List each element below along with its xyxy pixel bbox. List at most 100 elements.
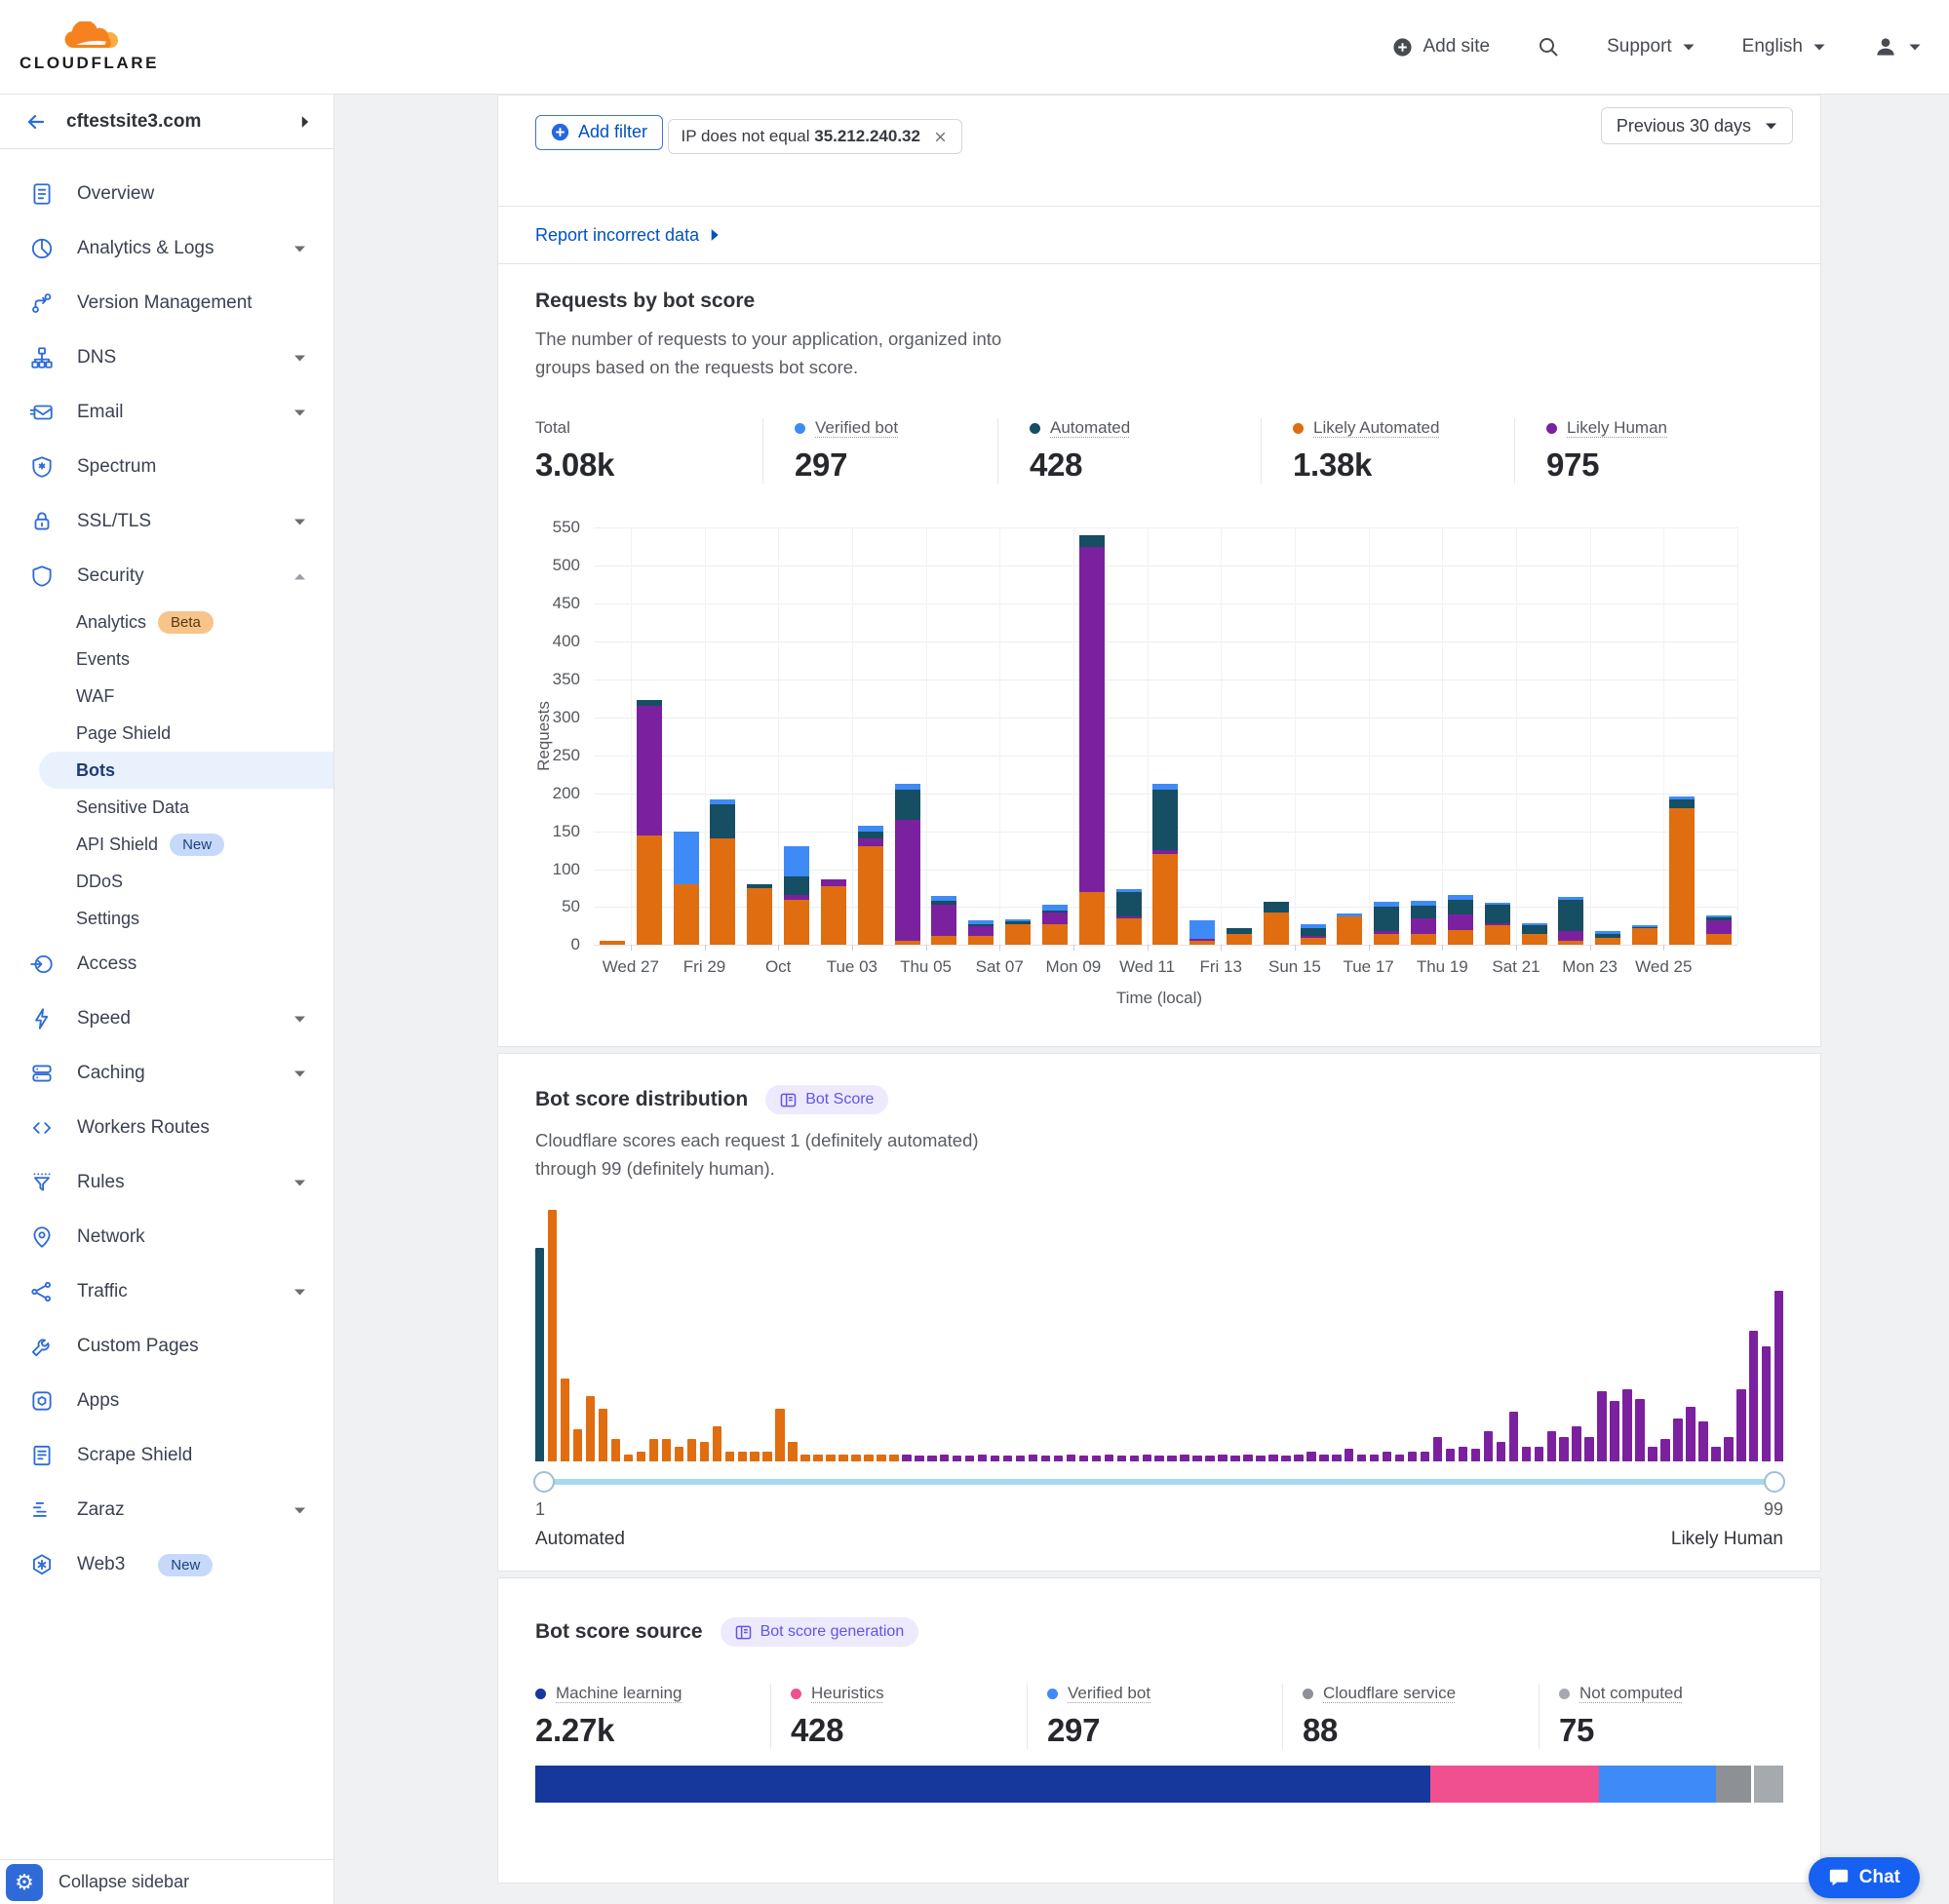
sidebar-item-speed[interactable]: Speed [0,991,333,1046]
histogram-bar [953,1456,961,1461]
report-incorrect-data-link[interactable]: Report incorrect data [535,225,699,246]
sidebar-item-custom-pages[interactable]: Custom Pages [0,1319,333,1374]
histogram-bar [687,1439,696,1461]
histogram-bar [1597,1391,1606,1461]
sidebar-item-events[interactable]: Events [0,641,333,678]
sidebar-item-version-management[interactable]: Version Management [0,276,333,330]
histogram-bar [1130,1456,1139,1461]
sidebar-item-traffic[interactable]: Traffic [0,1264,333,1319]
chevron-up-icon[interactable] [293,572,306,581]
sidebar-item-scrape-shield[interactable]: Scrape Shield [0,1428,333,1483]
x-tick [999,945,1000,951]
gear-icon[interactable]: ⚙ [6,1864,43,1901]
histogram-bar [1205,1456,1214,1461]
analytics-icon [29,236,56,262]
search-button[interactable] [1537,35,1560,58]
chevron-down-icon[interactable] [293,245,306,253]
histogram-bar [1243,1455,1252,1462]
sidebar-item-sensitive-data[interactable]: Sensitive Data [0,789,333,826]
sidebar-item-web3[interactable]: Web3New [0,1537,333,1592]
bar-segment-automated [1485,905,1510,923]
sidebar-item-label: Spectrum [77,456,156,478]
chevron-down-icon[interactable] [293,518,306,526]
chevron-down-icon[interactable] [293,1069,306,1078]
bot-score-badge[interactable]: Bot Score [765,1085,888,1114]
chevron-right-icon [710,228,721,242]
source-segment-verified-bot [1599,1766,1716,1803]
sidebar-item-workers-routes[interactable]: Workers Routes [0,1101,333,1155]
sidebar-item-ddos[interactable]: DDoS [0,863,333,900]
sidebar-item-access[interactable]: Access [0,937,333,991]
sidebar-item-spectrum[interactable]: Spectrum [0,440,333,494]
sidebar-item-email[interactable]: Email [0,385,333,440]
sidebar-item-caching[interactable]: Caching [0,1046,333,1101]
sidebar-item-page-shield[interactable]: Page Shield [0,715,333,752]
sidebar-item-label: Security [77,565,144,587]
account-menu[interactable] [1873,34,1922,59]
bar-segment-likely-automated [821,886,846,946]
slider-track[interactable] [535,1479,1783,1485]
bar-segment-likely-human [1448,914,1473,930]
sidebar-item-waf[interactable]: WAF [0,678,333,715]
sidebar-item-network[interactable]: Network [0,1210,333,1264]
sidebar-item-api-shield[interactable]: API ShieldNew [0,826,333,863]
sidebar-item-ssl-tls[interactable]: SSL/TLS [0,494,333,549]
filter-chip[interactable]: IP does not equal 35.212.240.32 [668,119,962,154]
stat-label: Verified bot [1047,1684,1272,1703]
chevron-down-icon[interactable] [293,354,306,363]
histogram-bar [1281,1456,1290,1461]
x-tick-label: Sat 21 [1492,957,1540,977]
language-menu[interactable]: English [1742,36,1826,58]
sidebar-item-apps[interactable]: Apps [0,1374,333,1428]
sidebar-item-bots[interactable]: Bots [39,752,333,789]
chevron-down-icon[interactable] [293,1179,306,1187]
chevron-down-icon[interactable] [293,408,306,417]
sidebar-item-rules[interactable]: Rules [0,1155,333,1210]
remove-filter-button[interactable] [932,129,949,145]
bar-segment-automated [1264,902,1289,913]
sidebar-item-dns[interactable]: DNS [0,330,333,385]
histogram-bar [1319,1455,1328,1462]
chevron-down-icon[interactable] [293,1288,306,1297]
chevron-right-icon[interactable] [300,115,310,129]
add-filter-button[interactable]: Add filter [535,115,663,150]
chevron-down-icon[interactable] [293,1015,306,1024]
sidebar-item-zaraz[interactable]: Zaraz [0,1483,333,1537]
stacked-bar [1042,905,1068,945]
sidebar-item-security-analytics[interactable]: AnalyticsBeta [0,603,333,641]
add-site-button[interactable]: Add site [1392,36,1490,58]
cloudflare-logo[interactable]: CLOUDFLARE [19,21,159,73]
back-arrow-icon[interactable] [23,110,49,134]
chevron-down-icon [1765,122,1777,131]
slider-handle-max[interactable] [1764,1471,1785,1493]
support-menu[interactable]: Support [1607,36,1696,58]
sidebar-item-analytics-logs[interactable]: Analytics & Logs [0,221,333,276]
bar-segment-automated [895,790,920,820]
x-tick-label: Wed 27 [603,957,659,977]
bar-segment-likely-human [858,838,883,846]
slider-handle-min[interactable] [533,1471,555,1493]
chevron-down-icon[interactable] [293,1506,306,1515]
date-range-select[interactable]: Previous 30 days [1601,107,1793,144]
histogram-bar [1370,1455,1379,1462]
sidebar-item-security[interactable]: Security [0,549,333,603]
histogram-bar [1041,1456,1050,1461]
stat-value: 428 [791,1712,1017,1749]
histogram-bar [775,1409,784,1461]
bar-segment-likely-automated [1558,941,1583,946]
custom-pages-icon [29,1334,56,1360]
bar-segment-likely-automated [1264,913,1289,945]
bar-segment-likely-human [637,706,662,835]
histogram-bar [1154,1456,1163,1461]
chat-button[interactable]: Chat [1809,1857,1920,1898]
sidebar-item-settings[interactable]: Settings [0,900,333,937]
collapse-sidebar-row[interactable]: ⚙ Collapse sidebar [0,1859,333,1904]
slider-left-name: Automated [535,1529,625,1550]
sidebar-item-overview[interactable]: Overview [0,167,333,221]
sidebar-item-label: Workers Routes [77,1117,210,1139]
top-bar: CLOUDFLARE Add site Support English [0,0,1949,95]
docs-icon [735,1625,752,1640]
close-icon [932,129,949,145]
stacked-bar [1669,797,1695,946]
bot-score-generation-badge[interactable]: Bot score generation [721,1617,919,1647]
